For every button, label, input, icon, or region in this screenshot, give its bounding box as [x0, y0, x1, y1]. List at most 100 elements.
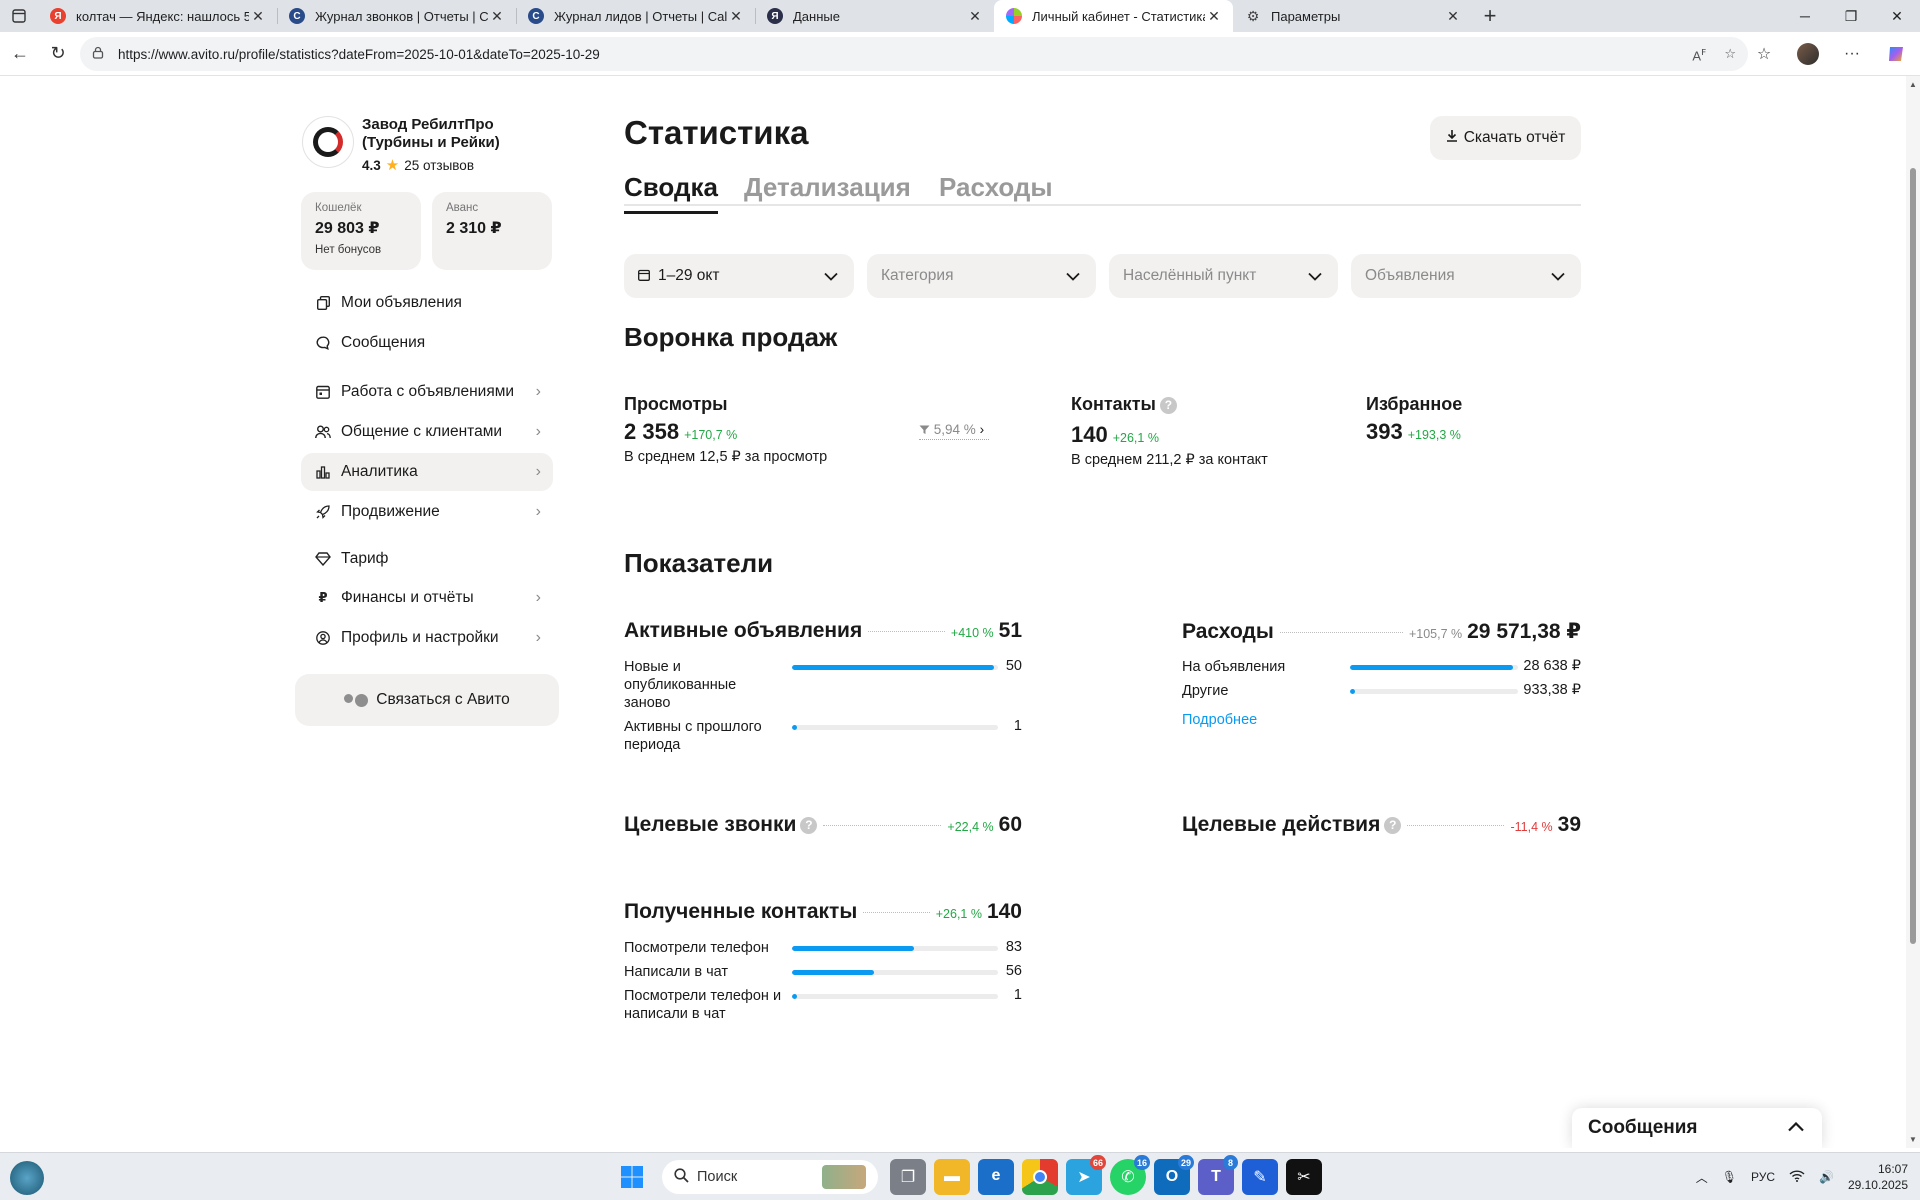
wallet-card[interactable]: Кошелёк 29 803 ₽ Нет бонусов — [301, 192, 421, 270]
close-tab-icon[interactable]: ✕ — [249, 8, 267, 25]
file-explorer-icon[interactable]: ▬ — [934, 1159, 970, 1195]
taskbar-search[interactable]: Поиск — [662, 1160, 878, 1194]
close-tab-icon[interactable]: ✕ — [1444, 8, 1462, 25]
chevron-up-icon[interactable] — [1788, 1119, 1804, 1137]
tab-expenses[interactable]: Расходы — [939, 172, 1053, 211]
tab-details[interactable]: Детализация — [744, 172, 911, 211]
tray-expand-icon[interactable]: ︿ — [1696, 1169, 1708, 1186]
close-tab-icon[interactable]: ✕ — [488, 8, 506, 25]
more-details-link[interactable]: Подробнее — [1182, 712, 1257, 728]
calendar-icon — [315, 384, 331, 400]
new-tab-icon[interactable]: + — [1472, 0, 1508, 32]
address-bar[interactable]: https://www.avito.ru/profile/statistics?… — [80, 37, 1748, 71]
favorite-star-icon[interactable]: ☆ — [1724, 46, 1736, 62]
chrome-icon[interactable] — [1022, 1159, 1058, 1195]
language-indicator[interactable]: РУС — [1751, 1170, 1775, 1184]
seller-rating[interactable]: 4.3 ★ 25 отзывов — [362, 156, 502, 174]
sidebar-item-promotion[interactable]: Продвижение › — [301, 493, 553, 531]
close-tab-icon[interactable]: ✕ — [1205, 8, 1223, 25]
page-scrollbar[interactable]: ▲ ▼ — [1906, 76, 1920, 1148]
expenses-header[interactable]: Расходы +105,7 % 29 571,38 ₽ — [1182, 619, 1581, 644]
volume-icon[interactable]: 🔊 — [1819, 1170, 1834, 1184]
profile-avatar[interactable] — [1792, 38, 1824, 70]
tab-title: Журнал лидов | Отчеты | Calltouch — [554, 8, 727, 24]
site-info-icon[interactable] — [92, 46, 112, 62]
sidebar-item-clients[interactable]: Общение с клиентами › — [301, 413, 553, 451]
tab-actions-icon[interactable] — [0, 0, 38, 32]
seller-name[interactable]: Завод РебилтПро (Турбины и Рейки) — [362, 116, 502, 152]
views-value: 2 358 +170,7 % — [624, 419, 737, 445]
seller-logo[interactable] — [302, 116, 354, 168]
back-icon[interactable]: ← — [2, 36, 38, 72]
advance-card[interactable]: Аванс 2 310 ₽ — [432, 192, 552, 270]
sidebar-item-analytics[interactable]: Аналитика › — [301, 453, 553, 491]
scroll-up-icon[interactable]: ▲ — [1906, 80, 1920, 89]
close-tab-icon[interactable]: ✕ — [727, 8, 745, 25]
restore-icon[interactable]: ❐ — [1828, 0, 1874, 32]
download-report-button[interactable]: Скачать отчёт — [1430, 116, 1581, 160]
browser-tab[interactable]: ⚙ Параметры ✕ — [1233, 0, 1472, 32]
clock[interactable]: 16:07 29.10.2025 — [1848, 1161, 1908, 1193]
received-contacts-header[interactable]: Полученные контакты +26,1 % 140 — [624, 900, 1022, 924]
copilot-icon[interactable] — [1880, 38, 1912, 70]
favorites-icon[interactable]: ☆ — [1748, 38, 1780, 70]
target-actions-header[interactable]: Целевые действия ? -11,4 % 39 — [1182, 813, 1581, 837]
conversion-link[interactable]: 5,94 % › — [919, 422, 989, 440]
city-filter[interactable]: Населённый пункт — [1109, 254, 1338, 298]
ads-filter[interactable]: Объявления — [1351, 254, 1581, 298]
seller-card[interactable]: Завод РебилтПро (Турбины и Рейки) 4.3 ★ … — [302, 116, 502, 174]
help-icon[interactable]: ? — [800, 816, 818, 834]
sidebar-item-tariff[interactable]: Тариф — [301, 540, 553, 578]
sidebar-item-messages[interactable]: Сообщения — [301, 324, 553, 362]
more-menu-icon[interactable]: ··· — [1836, 38, 1868, 70]
browser-tab[interactable]: Я Данные ✕ — [755, 0, 994, 32]
contact-avito-button[interactable]: Связаться с Авито — [295, 674, 559, 726]
whatsapp-icon[interactable]: ✆ 16 — [1110, 1155, 1150, 1195]
help-icon[interactable]: ? — [1159, 396, 1177, 414]
tab-summary[interactable]: Сводка — [624, 172, 718, 214]
browser-tab[interactable]: Я колтач — Яндекс: нашлось 5 тыс ✕ — [38, 0, 277, 32]
ruble-icon: ₽ — [318, 590, 328, 605]
reload-icon[interactable]: ↻ — [40, 36, 76, 72]
help-icon[interactable]: ? — [1384, 816, 1402, 834]
microphone-icon[interactable]: 🎙 — [1722, 1170, 1737, 1184]
active-ads-header[interactable]: Активные объявления +410 % 51 — [624, 619, 1022, 643]
progress-bar — [792, 994, 998, 999]
leader-dots — [1407, 825, 1505, 826]
messages-panel[interactable]: Сообщения — [1572, 1108, 1822, 1148]
category-filter[interactable]: Категория — [867, 254, 1096, 298]
widgets-icon[interactable] — [10, 1161, 44, 1195]
period-filter[interactable]: 1–29 окт — [624, 254, 854, 298]
start-icon[interactable] — [614, 1159, 650, 1195]
contacts-delta: +26,1 % — [1112, 431, 1159, 445]
sidebar-item-ads-work[interactable]: Работа с объявлениями › — [301, 373, 553, 411]
url-text[interactable]: https://www.avito.ru/profile/statistics?… — [118, 47, 1674, 62]
minimize-icon[interactable]: ─ — [1782, 0, 1828, 32]
category-placeholder: Категория — [881, 267, 954, 284]
browser-tab[interactable]: C Журнал лидов | Отчеты | Calltouch ✕ — [516, 0, 755, 32]
telegram-icon[interactable]: ➤ 66 — [1066, 1155, 1106, 1195]
browser-tab[interactable]: C Журнал звонков | Отчеты | Calltouch ✕ — [277, 0, 516, 32]
task-view-icon[interactable]: ❐ — [890, 1159, 926, 1195]
sidebar-item-my-ads[interactable]: Мои объявления — [301, 284, 553, 322]
whatsapp-badge: 16 — [1133, 1155, 1150, 1170]
search-highlight-icon — [822, 1165, 866, 1189]
capcut-icon[interactable]: ✂ — [1286, 1159, 1322, 1195]
close-tab-icon[interactable]: ✕ — [966, 8, 984, 25]
edge-icon[interactable]: e — [978, 1159, 1014, 1195]
scroll-down-icon[interactable]: ▼ — [1906, 1135, 1920, 1144]
chevron-right-icon: › — [979, 422, 985, 437]
browser-tab-active[interactable]: Личный кабинет - Статистика - Авито ✕ — [994, 0, 1233, 32]
outlook-icon[interactable]: O 29 — [1154, 1155, 1194, 1195]
close-window-icon[interactable]: ✕ — [1874, 0, 1920, 32]
pen-app-icon[interactable]: ✎ — [1242, 1159, 1278, 1195]
sidebar-item-finance[interactable]: ₽ Финансы и отчёты › — [301, 579, 553, 617]
scrollbar-thumb[interactable] — [1910, 168, 1916, 944]
wifi-icon[interactable] — [1789, 1169, 1805, 1185]
sidebar-item-profile[interactable]: Профиль и настройки › — [301, 619, 553, 657]
teams-icon[interactable]: T8 — [1198, 1155, 1238, 1195]
wallet-label: Кошелёк — [315, 202, 362, 214]
download-icon — [1446, 129, 1458, 147]
read-aloud-icon[interactable]: Aꜰ — [1692, 45, 1706, 63]
target-calls-header[interactable]: Целевые звонки ? +22,4 % 60 — [624, 813, 1022, 837]
